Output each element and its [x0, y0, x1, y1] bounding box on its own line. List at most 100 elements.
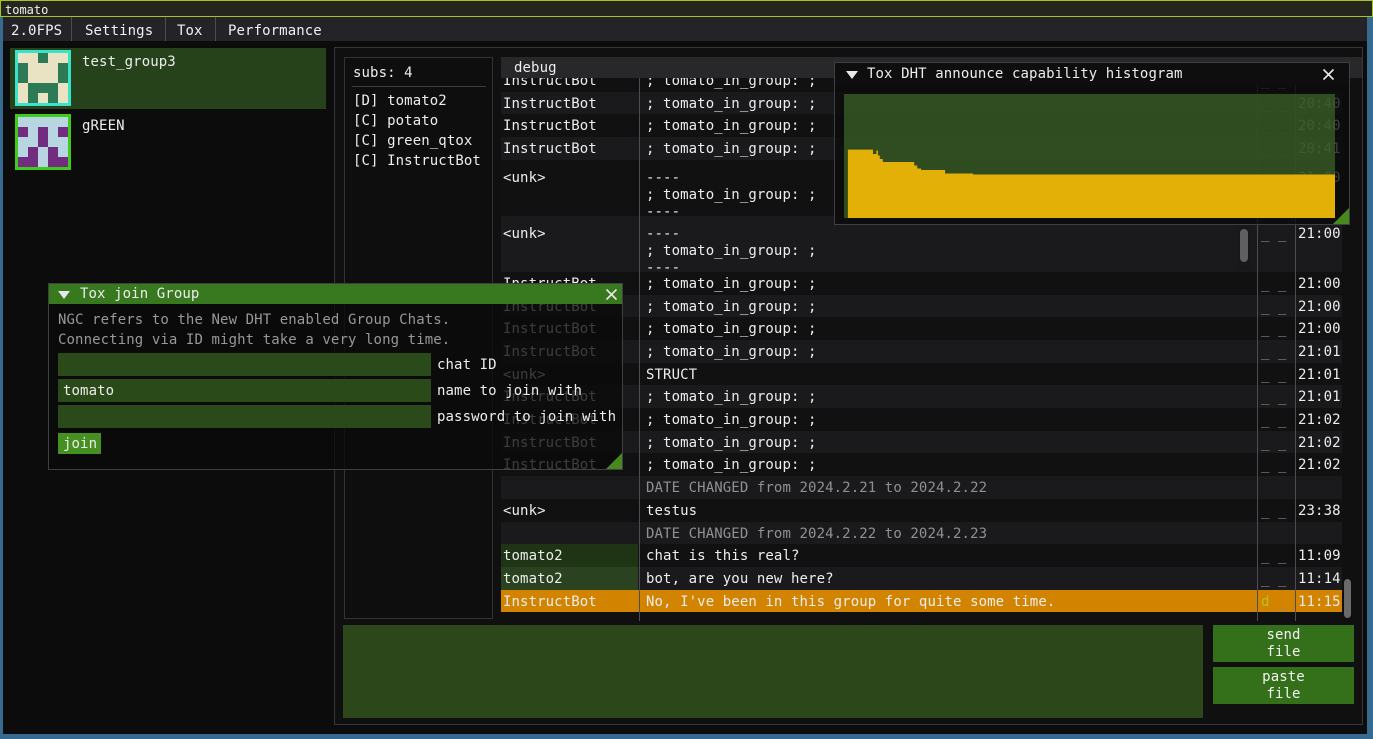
chat-message-row[interactable]: <unk>STRUCT_ _21:01 [501, 363, 1342, 386]
sender-name-cell: InstructBot [501, 137, 638, 160]
menu-item-settings[interactable]: Settings [85, 23, 153, 39]
input-value: tomato [63, 383, 114, 399]
message-flags: _ _ [1261, 548, 1287, 564]
contact-row-test_group3[interactable]: test_group3 [10, 48, 326, 109]
chat-message-row[interactable]: <unk>testus_ _23:38 [501, 499, 1342, 522]
join-password-input[interactable] [58, 405, 431, 428]
resize-grip-icon[interactable] [606, 453, 622, 469]
message-text: ; tomato_in_group: ; [646, 435, 817, 452]
member-tomato2[interactable]: [D] tomato2 [353, 93, 447, 109]
sender-name: InstructBot [503, 141, 597, 157]
close-icon[interactable] [605, 288, 618, 301]
chat-message-row[interactable]: InstructBot; tomato_in_group: ;_ _21:02 [501, 453, 1342, 476]
chat-message-row[interactable]: InstructBot; tomato_in_group: ;_ _21:01 [501, 340, 1342, 363]
close-icon[interactable] [1322, 68, 1335, 81]
message-flags: _ _ [1261, 389, 1287, 405]
chat-message-row[interactable]: InstructBot; tomato_in_group: ;_ _21:01 [501, 385, 1342, 408]
join-password-label: password to join with [437, 409, 616, 425]
histogram-bars [844, 94, 1335, 218]
sender-name: <unk> [503, 170, 546, 186]
date-separator-row[interactable]: DATE CHANGED from 2024.2.21 to 2024.2.22 [501, 476, 1342, 499]
sender-name-cell: tomato2 [501, 544, 638, 567]
member-green_qtox[interactable]: [C] green_qtox [353, 133, 472, 149]
message-text: ; tomato_in_group: ; [646, 96, 817, 113]
message-flags: _ _ [1261, 457, 1287, 473]
histogram-titlebar[interactable]: Tox DHT announce capability histogram [835, 63, 1349, 85]
chat-message-row[interactable]: tomato2bot, are you new here?_ _11:14 [501, 567, 1342, 590]
collapse-triangle-icon[interactable] [58, 291, 70, 299]
avatar [15, 50, 71, 106]
message-text: ---- ; tomato_in_group: ; ---- [646, 170, 817, 221]
message-scrollbar-thumb[interactable] [1240, 229, 1248, 262]
message-text: chat is this real? [646, 548, 800, 565]
join-button[interactable]: join [58, 433, 101, 454]
join-name-input[interactable]: tomato [58, 379, 431, 402]
date-separator-row[interactable]: DATE CHANGED from 2024.2.22 to 2024.2.23 [501, 522, 1342, 545]
message-input[interactable] [343, 625, 1203, 718]
join-dialog-title: Tox join Group [80, 286, 199, 302]
sender-name: tomato2 [503, 548, 563, 564]
message-text: ; tomato_in_group: ; [646, 412, 817, 429]
chat-id-label: chat ID [437, 357, 497, 373]
menu-item-2-0fps[interactable]: 2.0FPS [11, 23, 62, 39]
menu-bar: 2.0FPS Settings Tox Performance [3, 17, 1367, 41]
message-flags: _ _ [1261, 321, 1287, 337]
collapse-triangle-icon[interactable] [846, 71, 858, 79]
sender-name: tomato2 [503, 571, 563, 587]
message-flags: _ _ [1261, 435, 1287, 451]
menu-item-tox[interactable]: Tox [177, 23, 203, 39]
chat-message-row[interactable]: InstructBotNo, I've been in this group f… [501, 590, 1342, 613]
message-timestamp: 21:00 [1298, 276, 1341, 292]
menu-separator [165, 17, 166, 41]
chat-message-row[interactable]: InstructBot; tomato_in_group: ;_ _21:00 [501, 295, 1342, 318]
paste-file-button[interactable]: paste file [1213, 667, 1354, 704]
message-timestamp: 11:15 [1298, 594, 1341, 610]
avatar-pattern [18, 53, 68, 103]
sender-name-cell: InstructBot [501, 92, 638, 115]
join-dialog-titlebar[interactable]: Tox join Group [49, 284, 622, 304]
message-flags: _ _ [1261, 503, 1287, 519]
chat-message-row[interactable]: InstructBot; tomato_in_group: ;_ _21:02 [501, 431, 1342, 454]
message-timestamp: 21:02 [1298, 457, 1341, 473]
message-text: ; tomato_in_group: ; [646, 344, 817, 361]
chat-message-row[interactable]: InstructBot; tomato_in_group: ;_ _21:02 [501, 408, 1342, 431]
message-text: No, I've been in this group for quite so… [646, 594, 1055, 611]
date-changed-text: DATE CHANGED from 2024.2.22 to 2024.2.23 [646, 526, 987, 543]
tab-debug[interactable]: debug [514, 60, 557, 76]
window-frame-right [1367, 17, 1373, 739]
chat-message-row[interactable]: tomato2chat is this real?_ _11:09 [501, 544, 1342, 567]
menu-item-performance[interactable]: Performance [228, 23, 322, 39]
message-timestamp: 21:00 [1298, 226, 1341, 242]
message-text: ; tomato_in_group: ; [646, 78, 817, 90]
member-potato[interactable]: [C] potato [353, 113, 438, 129]
message-timestamp: 21:01 [1298, 389, 1341, 405]
window-frame-bottom [0, 734, 1373, 739]
avatar [15, 114, 71, 170]
chat-message-row[interactable]: InstructBot; tomato_in_group: ;_ _21:00 [501, 272, 1342, 295]
message-timestamp: 11:14 [1298, 571, 1341, 587]
message-flags: _ _ [1261, 226, 1287, 242]
join-info-line1: NGC refers to the New DHT enabled Group … [58, 312, 450, 328]
window-titlebar[interactable]: tomato [0, 0, 1373, 17]
message-text: bot, are you new here? [646, 571, 834, 588]
chat-message-row[interactable]: InstructBot; tomato_in_group: ;_ _21:00 [501, 317, 1342, 340]
message-flags: _ _ [1261, 299, 1287, 315]
message-timestamp: 21:01 [1298, 367, 1341, 383]
chat-scrollbar-thumb[interactable] [1344, 579, 1351, 618]
message-timestamp: 21:02 [1298, 435, 1341, 451]
join-button-label: join [63, 436, 97, 452]
sender-name: InstructBot [503, 96, 597, 112]
message-text: ; tomato_in_group: ; [646, 321, 817, 338]
message-flags: _ _ [1261, 412, 1287, 428]
send-file-button[interactable]: send file [1213, 625, 1354, 662]
menu-separator [215, 17, 216, 41]
member-InstructBot[interactable]: [C] InstructBot [353, 153, 481, 169]
message-text: testus [646, 503, 697, 520]
chat-id-input[interactable] [58, 353, 431, 376]
histogram-plot [844, 94, 1335, 218]
subs-separator [352, 86, 486, 87]
sender-name-cell: <unk> [501, 216, 638, 272]
flag-extra: _ [1270, 594, 1287, 610]
contact-row-gREEN[interactable]: gREEN [10, 112, 326, 173]
resize-grip-icon[interactable] [1333, 208, 1349, 224]
